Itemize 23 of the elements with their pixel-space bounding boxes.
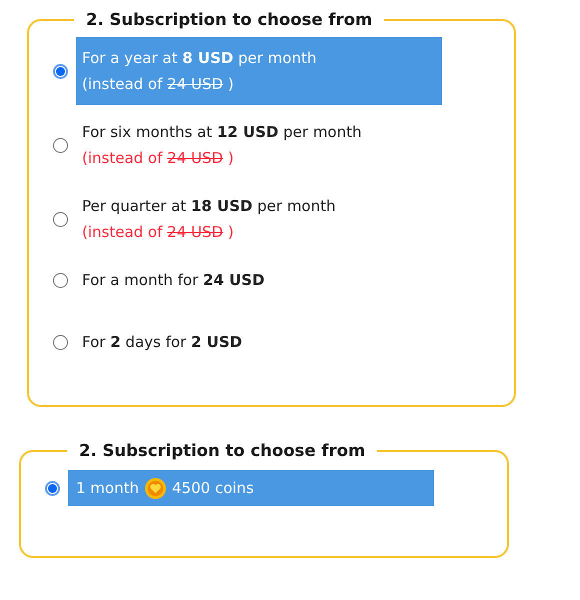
discount-note: (instead of 24 USD ) [82,148,235,169]
radio-button[interactable] [53,272,68,288]
option-label[interactable]: For six months at 12 USD per month (instead of 24 USD ) [76,111,442,179]
option-label[interactable]: For a month for 24 USD [76,259,442,301]
discount-note: (instead of 24 USD ) [82,222,235,243]
option-text: For 2 days for 2 USD [82,332,244,353]
period-text: 1 month [76,478,139,499]
coin-amount: 4500 coins [172,478,254,499]
option-text: For six months at 12 USD per month [82,122,363,143]
radio-button[interactable] [53,212,68,226]
discount-note: (instead of 24 USD ) [82,74,235,95]
option-text: For a month for 24 USD [82,270,266,291]
coin-icon [144,476,167,500]
radio-button[interactable] [53,334,68,350]
radio-button[interactable] [45,480,60,496]
panel-title: 2. Subscription to choose from [78,441,366,460]
option-text: For a year at 8 USD per month [82,48,318,69]
option-label[interactable]: Per quarter at 18 USD per month (instead of 24 USD ) [76,185,442,253]
radio-button[interactable] [53,138,68,152]
panel-title: 2. Subscription to choose from [85,10,374,29]
radio-button[interactable] [53,64,68,78]
option-label[interactable]: For 2 days for 2 USD [76,321,442,363]
option-text: Per quarter at 18 USD per month [82,196,337,217]
